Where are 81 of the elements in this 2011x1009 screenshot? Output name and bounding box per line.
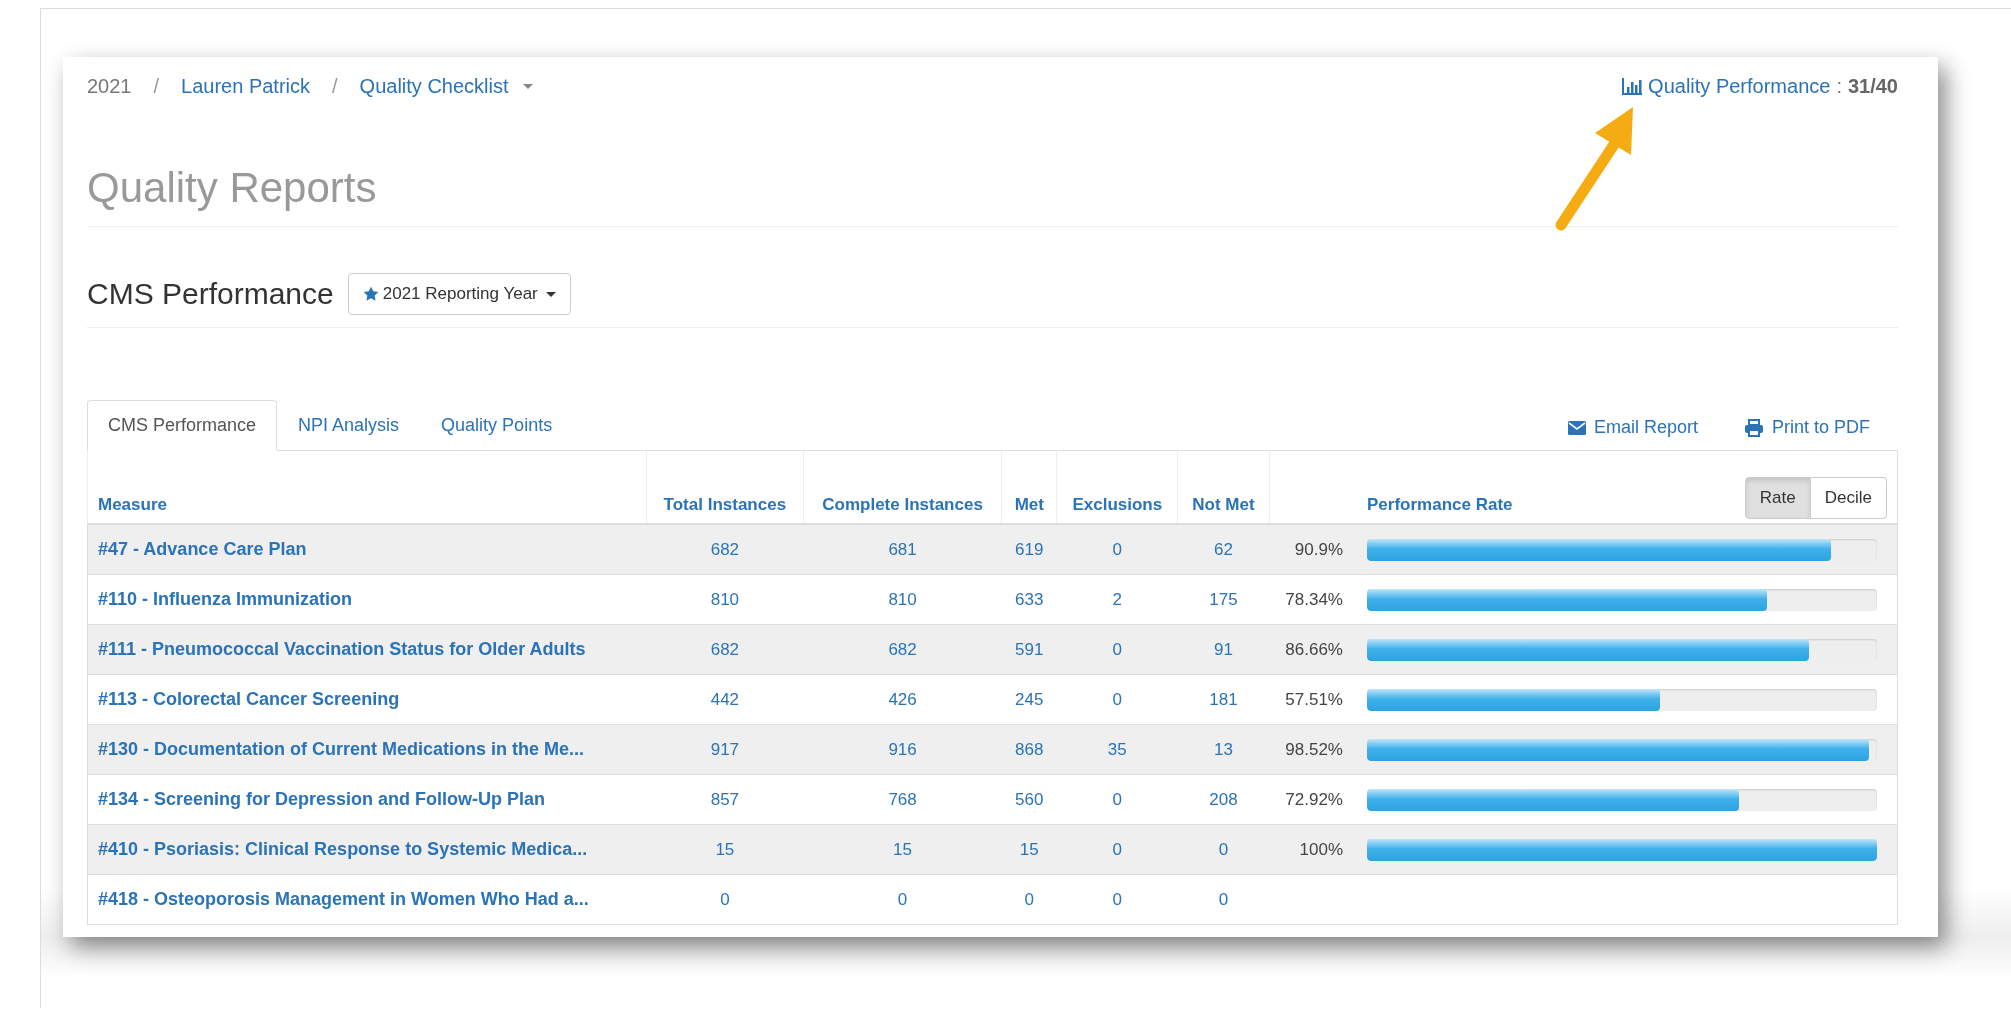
table-cell: 619 — [1015, 539, 1044, 559]
star-icon — [362, 286, 379, 302]
measure-link[interactable]: #47 - Advance Care Plan — [98, 539, 307, 559]
breadcrumb-link[interactable]: Lauren Patrick — [181, 75, 311, 98]
table-cell: 857 — [710, 789, 740, 809]
table-cell: 0 — [1112, 839, 1123, 859]
measure-link[interactable]: #113 - Colorectal Cancer Screening — [98, 689, 400, 709]
measure-link[interactable]: #134 - Screening for Depression and Follow-Up Plan — [98, 789, 546, 809]
tab[interactable]: CMS Performance — [87, 400, 278, 451]
table-cell: 0 — [1112, 639, 1123, 659]
table-cell: 591 — [1015, 639, 1044, 659]
measure-link[interactable]: #110 - Influenza Immunization — [98, 589, 353, 609]
table-cell: 0 — [1218, 889, 1229, 909]
table-cell: 13 — [1213, 739, 1233, 759]
rate-value: 100% — [1299, 839, 1343, 859]
envelope-icon — [1567, 420, 1586, 435]
table-cell: 15 — [1019, 839, 1039, 859]
rate-value: 72.92% — [1285, 789, 1343, 809]
table-cell: 181 — [1209, 689, 1238, 709]
quality-score: 31/40 — [1847, 75, 1898, 98]
table-cell: 0 — [1112, 689, 1123, 709]
table-cell: 442 — [710, 689, 740, 709]
table-cell: 0 — [1218, 839, 1229, 859]
section-title: CMS Performance — [87, 277, 334, 311]
rate-value: 90.9% — [1294, 539, 1343, 559]
breadcrumb-separator: / — [332, 75, 338, 98]
table-cell: 682 — [888, 639, 917, 659]
column-header: Exclusions — [1072, 495, 1163, 514]
column-header: Performance Rate — [1367, 495, 1513, 515]
rate-value: 86.66% — [1285, 639, 1343, 659]
breadcrumb-separator: / — [153, 75, 160, 98]
table-cell: 0 — [1112, 789, 1123, 809]
table-cell: 681 — [888, 539, 917, 559]
rate-value: 57.51% — [1285, 689, 1343, 709]
table-cell: 682 — [710, 639, 740, 659]
quality-performance-link[interactable]: Quality Performance — [1648, 75, 1831, 98]
column-header: Total Instances — [663, 495, 787, 514]
table-cell: 245 — [1015, 689, 1044, 709]
column-header: Not Met — [1192, 495, 1255, 514]
table-cell: 560 — [1015, 789, 1044, 809]
page-title: Quality Reports — [87, 164, 1898, 227]
table-cell: 0 — [1024, 889, 1035, 909]
table-cell: 0 — [1112, 539, 1123, 559]
table-cell: 633 — [1015, 589, 1044, 609]
table-cell: 0 — [1112, 889, 1123, 909]
table-cell: 868 — [1015, 739, 1044, 759]
view-toggle-button[interactable]: Decile — [1810, 477, 1887, 519]
view-toggle-button[interactable]: Rate — [1744, 477, 1811, 519]
print-pdf-link[interactable]: Print to PDF — [1743, 417, 1870, 438]
table-cell: 426 — [888, 689, 917, 709]
table-cell: 917 — [710, 739, 740, 759]
tab[interactable]: NPI Analysis — [277, 400, 421, 451]
tab[interactable]: Quality Points — [420, 400, 574, 451]
table-cell: 682 — [710, 539, 740, 559]
measure-link[interactable]: #418 - Osteoporosis Management in Women Who Had a... — [98, 889, 589, 909]
table-cell: 15 — [715, 839, 735, 859]
column-header: Measure — [98, 495, 167, 514]
table-cell: 810 — [888, 589, 917, 609]
table-cell: 208 — [1209, 789, 1238, 809]
score-separator: : — [1836, 75, 1842, 98]
table-cell: 916 — [888, 739, 917, 759]
table-cell: 62 — [1213, 539, 1233, 559]
table-cell: 768 — [888, 789, 917, 809]
table-cell: 175 — [1209, 589, 1238, 609]
bar-chart-icon — [1622, 78, 1643, 95]
reporting-year-dropdown[interactable]: 2021 Reporting Year — [347, 273, 571, 315]
rate-value: 78.34% — [1285, 589, 1343, 609]
email-report-link[interactable]: Email Report — [1567, 417, 1698, 438]
breadcrumb-year: 2021 — [87, 75, 132, 98]
breadcrumb-link[interactable]: Quality Checklist — [359, 75, 533, 98]
table-cell: 15 — [893, 839, 912, 859]
rate-value: 98.52% — [1285, 739, 1343, 759]
table-cell: 0 — [720, 889, 730, 909]
table-cell: 0 — [897, 889, 908, 909]
column-header: Met — [1014, 495, 1044, 514]
table-cell: 810 — [710, 589, 740, 609]
table-cell: 2 — [1112, 589, 1123, 609]
table-cell: 35 — [1107, 739, 1127, 759]
column-header: Complete Instances — [822, 495, 983, 514]
table-cell: 91 — [1213, 639, 1233, 659]
printer-icon — [1743, 418, 1764, 437]
